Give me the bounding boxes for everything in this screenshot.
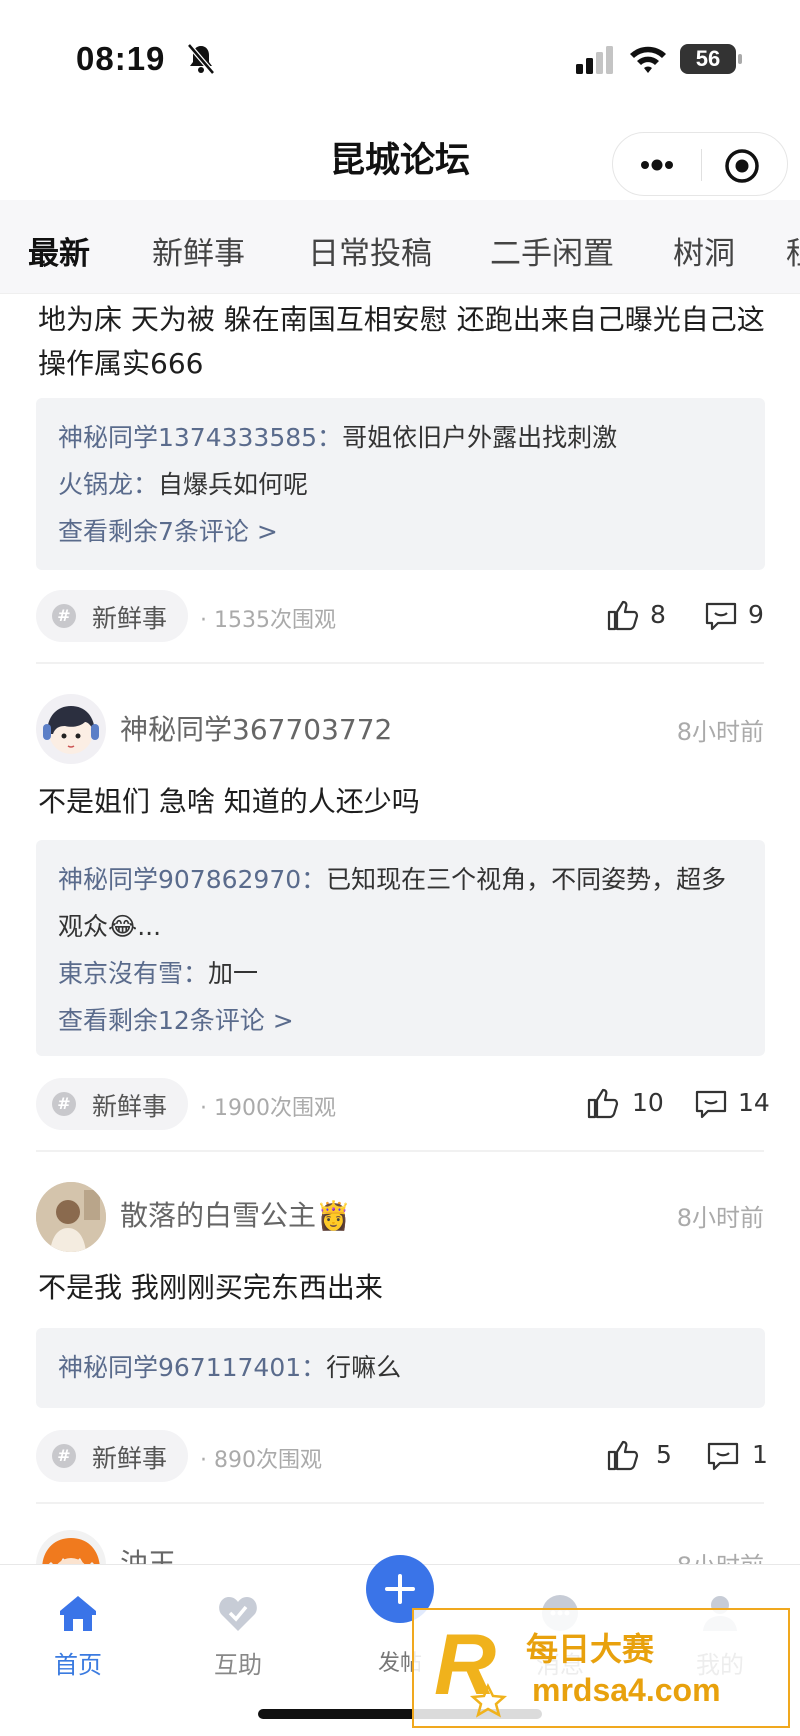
- watermark-url: mrdsa4.com: [532, 1672, 721, 1708]
- comment-text: 哥姐依旧户外露出找刺激: [342, 423, 618, 452]
- comment-author[interactable]: 東京沒有雪：: [58, 959, 208, 988]
- comment-author[interactable]: 神秘同学907862970：: [58, 865, 326, 894]
- view-count: · 890次围观: [200, 1448, 322, 1473]
- battery-icon: 56: [680, 44, 742, 74]
- mini-program-capsule: [612, 132, 788, 196]
- comment-icon[interactable]: [706, 1439, 740, 1473]
- cellular-signal-icon: [576, 46, 613, 74]
- comment-count: 9: [748, 600, 764, 629]
- comment-icon[interactable]: [694, 1087, 728, 1121]
- comment-icon[interactable]: [704, 599, 738, 633]
- comment-item: 東京沒有雪：加一: [58, 950, 743, 997]
- hashtag-icon: #: [52, 1092, 76, 1116]
- tabbar-label: 互助: [214, 1651, 262, 1679]
- nav-bar: 昆城论坛: [0, 110, 800, 200]
- post-divider: [36, 1502, 764, 1504]
- hashtag-icon: #: [52, 1444, 76, 1468]
- topic-tag[interactable]: # 新鲜事: [36, 1430, 188, 1482]
- like-icon[interactable]: [606, 598, 640, 632]
- post-divider: [36, 1150, 764, 1152]
- topic-tag[interactable]: # 新鲜事: [36, 1078, 188, 1130]
- post-time: 8小时前: [677, 1546, 764, 1564]
- plus-icon: [385, 1574, 415, 1604]
- tab-secondhand[interactable]: 二手闲置: [490, 228, 614, 273]
- close-target-icon[interactable]: [723, 147, 761, 185]
- comment-item: 神秘同学967117401：行嘛么: [58, 1344, 743, 1391]
- tabbar-home[interactable]: 首页: [18, 1591, 138, 1680]
- status-bar: 08:19 56: [0, 0, 800, 110]
- topic-tag[interactable]: # 新鲜事: [36, 590, 188, 642]
- avatar[interactable]: [36, 694, 106, 764]
- username[interactable]: 散落的白雪公主👸: [120, 1194, 351, 1234]
- tab-rent[interactable]: 租: [786, 228, 800, 273]
- comment-text: 行嘛么: [326, 1353, 402, 1382]
- like-count: 8: [650, 600, 666, 629]
- comment-item: 神秘同学907862970：已知现在三个视角，不同姿势，超多观众😂...: [58, 856, 743, 950]
- tab-latest[interactable]: 最新: [28, 228, 90, 273]
- watermark-logo-icon: R: [434, 1617, 508, 1718]
- tab-daily[interactable]: 日常投稿: [308, 228, 432, 273]
- like-icon[interactable]: [586, 1086, 620, 1120]
- comment-item: 火锅龙：自爆兵如何呢: [58, 461, 743, 508]
- comment-count: 14: [738, 1088, 770, 1117]
- username[interactable]: 油王: [120, 1542, 176, 1564]
- capsule-divider: [701, 149, 702, 181]
- more-icon[interactable]: [637, 151, 677, 179]
- tabbar-help[interactable]: 互助: [178, 1591, 298, 1680]
- see-more-comments-link[interactable]: 查看剩余7条评论 >: [58, 508, 743, 555]
- post-text[interactable]: 地为床 天为被 躲在南国互相安慰 还跑出来自己曝光自己这操作属实666: [38, 298, 768, 386]
- avatar-photo-icon: [36, 1182, 106, 1252]
- post-time: 8小时前: [676, 1204, 764, 1232]
- tab-treehole[interactable]: 树洞: [673, 228, 735, 273]
- topic-tag-label: 新鲜事: [92, 1092, 168, 1121]
- comment-text: 自爆兵如何呢: [158, 470, 309, 499]
- post-divider: [36, 662, 764, 664]
- comment-item: 神秘同学1374333585：哥姐依旧户外露出找刺激: [58, 414, 743, 461]
- topic-tag-label: 新鲜事: [92, 1444, 168, 1473]
- topic-tag-label: 新鲜事: [92, 604, 168, 633]
- comment-author[interactable]: 神秘同学967117401：: [58, 1353, 326, 1382]
- watermark-title: 每日大赛: [526, 1630, 655, 1668]
- bell-muted-icon: [187, 43, 215, 75]
- svg-text:R: R: [434, 1617, 496, 1713]
- like-count: 5: [656, 1440, 672, 1469]
- post-text[interactable]: 不是姐们 急啥 知道的人还少吗: [38, 780, 768, 824]
- comment-author[interactable]: 火锅龙：: [58, 470, 158, 499]
- avatar-orange-hair-icon: [42, 1538, 100, 1564]
- tab-news[interactable]: 新鲜事: [152, 228, 245, 273]
- tabbar-label: 首页: [54, 1651, 102, 1679]
- see-more-comments-link[interactable]: 查看剩余12条评论 >: [58, 997, 743, 1044]
- wifi-icon: [630, 46, 666, 73]
- hashtag-icon: #: [52, 604, 76, 628]
- like-count: 10: [632, 1088, 664, 1117]
- comment-text: 加一: [208, 959, 259, 988]
- post-feed: 地为床 天为被 躲在南国互相安慰 还跑出来自己曝光自己这操作属实666 神秘同学…: [0, 294, 800, 1564]
- comment-preview[interactable]: 神秘同学967117401：行嘛么: [36, 1328, 765, 1408]
- help-icon: [219, 1597, 257, 1631]
- avatar[interactable]: [36, 1182, 106, 1252]
- watermark: R 每日大赛 mrdsa4.com: [412, 1608, 790, 1728]
- avatar-girl-icon: [43, 706, 99, 754]
- post-time: 8小时前: [676, 718, 764, 746]
- comment-author[interactable]: 神秘同学1374333585：: [58, 423, 342, 452]
- comment-count: 1: [752, 1440, 768, 1469]
- like-icon[interactable]: [606, 1438, 640, 1472]
- username[interactable]: 神秘同学367703772: [120, 708, 392, 748]
- status-time: 08:19: [76, 40, 166, 77]
- comment-preview[interactable]: 神秘同学907862970：已知现在三个视角，不同姿势，超多观众😂... 東京沒…: [36, 840, 765, 1056]
- comment-preview[interactable]: 神秘同学1374333585：哥姐依旧户外露出找刺激 火锅龙：自爆兵如何呢 查看…: [36, 398, 765, 570]
- view-count: · 1900次围观: [200, 1096, 336, 1121]
- category-tabs: 最新 新鲜事 日常投稿 二手闲置 树洞 租: [0, 200, 800, 294]
- post-text[interactable]: 不是我 我刚刚买完东西出来: [38, 1266, 768, 1310]
- view-count: · 1535次围观: [200, 608, 336, 633]
- home-icon: [60, 1596, 96, 1631]
- avatar[interactable]: [36, 1530, 106, 1564]
- battery-level: 56: [695, 46, 721, 71]
